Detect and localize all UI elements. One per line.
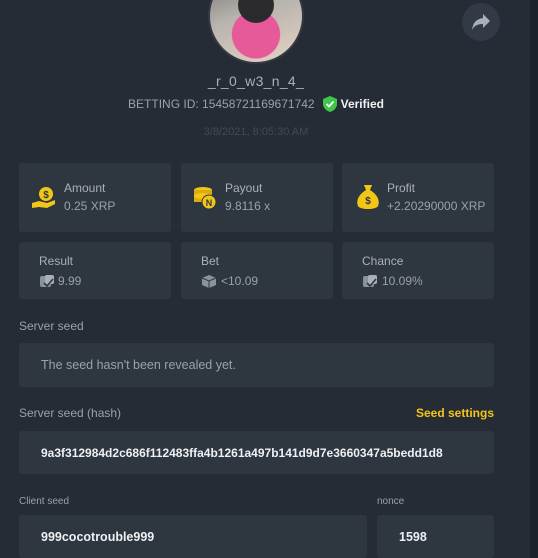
share-icon bbox=[472, 14, 490, 30]
server-seed-label: Server seed bbox=[19, 319, 84, 333]
verified-badge: Verified bbox=[322, 96, 384, 112]
nonce-label: nonce bbox=[377, 496, 405, 507]
chance-card: Chance 10.09% bbox=[342, 242, 494, 299]
server-seed-field[interactable]: The seed hasn't been revealed yet. bbox=[19, 343, 494, 387]
svg-text:$: $ bbox=[365, 196, 371, 207]
share-button[interactable] bbox=[462, 3, 500, 41]
nonce-field[interactable]: 1598 bbox=[377, 515, 494, 558]
verified-shield-icon bbox=[322, 96, 337, 112]
bet-label: Bet bbox=[201, 254, 220, 268]
money-bag-icon: $ bbox=[356, 183, 380, 216]
username: _r_0_w3_n_4_ bbox=[207, 73, 305, 89]
avatar bbox=[208, 0, 304, 64]
bet-card: Bet <10.09 bbox=[181, 242, 333, 299]
result-label: Result bbox=[39, 254, 74, 268]
amount-label: Amount bbox=[64, 181, 106, 195]
chance-value: 10.09% bbox=[382, 274, 423, 288]
result-value: 9.99 bbox=[58, 274, 82, 288]
profit-card: $ Profit +2.20290000 XRP bbox=[342, 163, 494, 232]
server-seed-hash-label: Server seed (hash) bbox=[19, 406, 122, 420]
server-seed-hash-field[interactable]: 9a3f312984d2c686f112483ffa4b1261a497b141… bbox=[19, 431, 494, 474]
chance-label: Chance bbox=[362, 254, 404, 268]
result-card: Result 9.99 bbox=[19, 242, 171, 299]
bet-timestamp: 3/8/2021, 8:05:30 AM bbox=[203, 126, 309, 138]
profit-label: Profit bbox=[387, 181, 416, 195]
svg-text:N: N bbox=[206, 198, 213, 208]
profit-value: +2.20290000 XRP bbox=[387, 199, 486, 213]
payout-label: Payout bbox=[225, 181, 263, 195]
cube-icon bbox=[201, 274, 217, 293]
bet-value: <10.09 bbox=[221, 274, 259, 288]
server-seed-hash-value: 9a3f312984d2c686f112483ffa4b1261a497b141… bbox=[41, 446, 443, 460]
amount-value: 0.25 XRP bbox=[64, 199, 116, 213]
bet-details-panel: _r_0_w3_n_4_ BETTING ID: 154587211696717… bbox=[0, 0, 538, 558]
verified-label: Verified bbox=[340, 97, 384, 111]
seed-settings-link[interactable]: Seed settings bbox=[416, 406, 494, 420]
client-seed-field[interactable]: 999cocotrouble999 bbox=[19, 515, 367, 558]
coin-stack-icon: N bbox=[193, 185, 219, 216]
payout-value: 9.8116 x bbox=[225, 199, 271, 213]
nonce-value: 1598 bbox=[399, 530, 427, 544]
svg-text:$: $ bbox=[43, 190, 49, 201]
coin-hand-icon: $ bbox=[31, 185, 57, 216]
payout-card: N Payout 9.8116 x bbox=[181, 163, 333, 232]
dice-icon bbox=[362, 274, 378, 293]
client-seed-label: Client seed bbox=[19, 496, 70, 507]
client-seed-value: 999cocotrouble999 bbox=[41, 530, 155, 544]
amount-card: $ Amount 0.25 XRP bbox=[19, 163, 171, 232]
betting-id: BETTING ID: 15458721169671742 bbox=[128, 97, 315, 111]
dice-icon bbox=[39, 274, 55, 293]
betting-id-row: BETTING ID: 15458721169671742 Verified bbox=[0, 96, 512, 112]
server-seed-value: The seed hasn't been revealed yet. bbox=[41, 358, 236, 372]
scrollbar-track[interactable] bbox=[530, 0, 538, 558]
